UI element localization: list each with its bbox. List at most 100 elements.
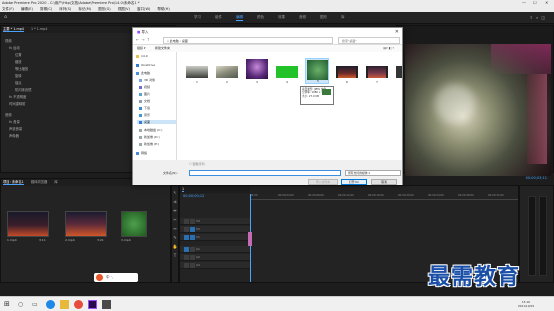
ec-uniform-scale[interactable]: 等比缩放 [15, 66, 28, 71]
hand-tool-icon[interactable]: ✋ [172, 244, 178, 249]
sidebar-item-music[interactable]: 音乐 [139, 113, 150, 117]
track-a3[interactable]: A3 [180, 262, 250, 269]
filename-input[interactable] [189, 170, 341, 176]
ec-panner[interactable]: 声像器 [9, 133, 19, 138]
track-v3[interactable]: V3 [180, 218, 250, 225]
tab-sequence[interactable]: 1 [182, 187, 185, 192]
menu-view[interactable]: 视图(V) [118, 7, 130, 11]
chat-icon[interactable]: ◫ [541, 15, 548, 20]
menu-edit[interactable]: 编辑(E) [21, 7, 33, 11]
menu-help[interactable]: 帮助(H) [157, 7, 169, 11]
timeline-timecode[interactable]: 00;00;00;12 [183, 194, 204, 198]
pen-tool-icon[interactable]: ✎ [172, 235, 178, 240]
sidebar-item-this-pc[interactable]: 此电脑 [136, 71, 150, 75]
tab-library[interactable]: 库 [54, 180, 57, 184]
open-button[interactable]: 打开(O) [341, 179, 367, 185]
selection-tool-icon[interactable]: ↖ [172, 190, 178, 195]
workspace-color[interactable]: 颜色 [257, 15, 264, 20]
system-clock[interactable]: 15:16 2021/10/29 [518, 300, 534, 308]
sidebar-item-onedrive[interactable]: OneDrive [136, 63, 155, 67]
file-item[interactable]: 3 [245, 58, 269, 84]
sidebar-item-downloads[interactable]: 下载 [139, 106, 150, 110]
ime-indicator[interactable]: 中 ·, [94, 273, 138, 282]
ec-position[interactable]: 位置 [15, 52, 22, 57]
tab-project[interactable]: 项目: 未命名1 [3, 180, 24, 185]
file-item[interactable]: 2 [215, 58, 239, 84]
project-clip-2[interactable] [65, 211, 107, 237]
sidebar-item-documents[interactable]: 文档 [139, 99, 150, 103]
file-item[interactable]: 7 [365, 58, 389, 84]
tab-master[interactable]: 主要 * 1.mp4 [3, 27, 24, 32]
workspace-graphics[interactable]: 图形 [320, 15, 327, 20]
ec-volume[interactable]: fx 音量 [9, 119, 20, 124]
menu-sequence[interactable]: 序列(S) [59, 7, 71, 11]
project-clip-3[interactable] [121, 211, 147, 237]
file-item-selected[interactable]: 5 [305, 58, 329, 84]
sidebar-item-videos[interactable]: 视频 [139, 85, 150, 89]
razor-tool-icon[interactable]: ✂ [172, 217, 178, 222]
address-bar[interactable]: « 此电脑 › 桌面 [163, 37, 333, 44]
cancel-button[interactable]: 取消 [371, 179, 397, 185]
preview-pane-icon[interactable]: ◧ [389, 46, 392, 50]
sidebar-item-drive-c[interactable]: 本地磁盘 (C:) [139, 128, 162, 132]
tab-media-browser[interactable]: 媒体浏览器 [31, 180, 47, 184]
sidebar-item-14[interactable]: 14.0 [136, 54, 148, 58]
premiere-taskbar-icon[interactable] [88, 300, 97, 309]
filetype-select[interactable]: 所有支持的媒体 ▾ [345, 170, 401, 176]
workspace-libraries[interactable]: 库 [341, 15, 345, 20]
workspace-assembly[interactable]: 组件 [215, 15, 222, 20]
workspace-audio[interactable]: 音频 [299, 15, 306, 20]
view-options-icon[interactable]: ▤▾ [383, 46, 387, 50]
ripple-edit-icon[interactable]: ⇹ [172, 208, 178, 213]
ec-time-remap[interactable]: 时间重映射 [9, 101, 25, 106]
import-folder-button[interactable]: 导入文件夹 [308, 179, 338, 185]
file-item[interactable]: 8 [395, 58, 402, 84]
workspace-effects[interactable]: 效果 [278, 15, 285, 20]
up-arrow-icon[interactable]: ↑ [147, 37, 152, 42]
ec-scale[interactable]: 缩放 [15, 59, 22, 64]
tab-clip[interactable]: 1 * 1.mp4 [31, 27, 47, 31]
menu-file[interactable]: 文件(F) [2, 7, 14, 11]
sidebar-item-drive-e[interactable]: 新加卷 (E:) [139, 142, 159, 146]
app-icon[interactable] [102, 300, 111, 309]
sidebar-item-pictures[interactable]: 图片 [139, 92, 150, 96]
dialog-close-icon[interactable]: ✕ [395, 28, 399, 36]
project-clip-1[interactable] [7, 211, 49, 237]
search-input[interactable]: 搜索"桌面" [338, 37, 400, 44]
track-a2[interactable]: A2 [180, 254, 250, 261]
new-folder-button[interactable]: 新建文件夹 [155, 45, 170, 52]
app-icon[interactable] [74, 300, 83, 309]
sidebar-item-network[interactable]: 网络 [136, 151, 147, 155]
ec-opacity[interactable]: fx 不透明度 [9, 94, 26, 99]
file-item[interactable]: 6 [335, 58, 359, 84]
sidebar-item-desktop[interactable]: 桌面 [137, 120, 176, 124]
help-icon[interactable]: ? [392, 46, 394, 50]
search-icon[interactable]: ○ [18, 300, 27, 309]
file-explorer-icon[interactable] [60, 300, 69, 309]
menu-window[interactable]: 窗口(W) [137, 7, 150, 11]
track-select-icon[interactable]: ⇉ [172, 199, 178, 204]
track-v1[interactable]: V1 [180, 234, 250, 241]
menu-graphics[interactable]: 图形(G) [98, 7, 110, 11]
windows-start-icon[interactable]: ⊞ [4, 300, 13, 309]
track-v2[interactable]: V2 [180, 226, 250, 233]
slip-tool-icon[interactable]: ↔ [172, 226, 178, 231]
file-item[interactable]: 4 [275, 58, 299, 84]
workspace-learn[interactable]: 学习 [194, 15, 201, 20]
program-timecode[interactable]: 00;00;03;11 [526, 176, 547, 180]
ec-motion[interactable]: fx 运动 [9, 45, 20, 50]
image-sequence-checkbox[interactable]: ☐ 图像序列 [189, 162, 205, 166]
home-icon[interactable]: ⌂ [4, 14, 7, 20]
menu-marker[interactable]: 标记(M) [78, 7, 91, 11]
organize-button[interactable]: 组织 ▾ [137, 45, 145, 52]
edge-icon[interactable] [46, 300, 55, 309]
task-view-icon[interactable]: ▭ [32, 300, 41, 309]
ec-rotation[interactable]: 旋转 [15, 73, 22, 78]
ec-channel-volume[interactable]: 声道音量 [9, 126, 22, 131]
workspace-editing[interactable]: 编辑 [236, 15, 243, 21]
track-a1[interactable]: A1 [180, 246, 250, 253]
ec-anchor[interactable]: 锚点 [15, 80, 22, 85]
timeline-ruler[interactable]: 00;00 00;00;04;00 00;00;08;00 00;00;12;0… [250, 194, 518, 200]
menu-clip[interactable]: 剪辑(C) [40, 7, 52, 11]
timeline-clip[interactable] [248, 232, 252, 246]
